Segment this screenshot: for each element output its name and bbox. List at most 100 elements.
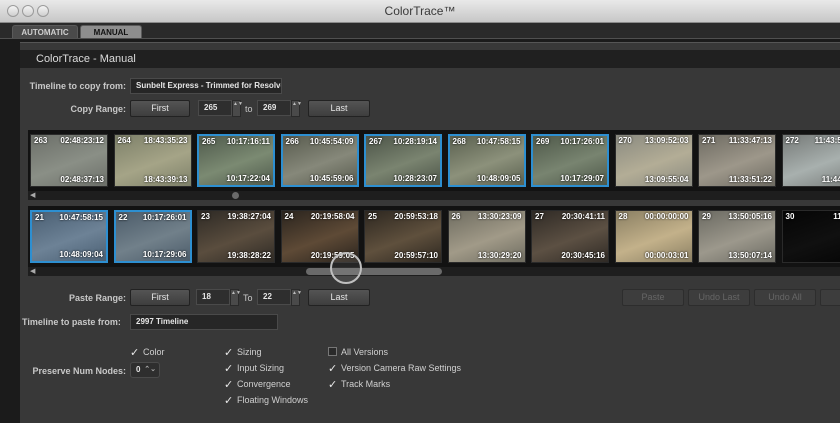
clip-thumbnail[interactable]: 2720:30:41:1120:30:45:16 bbox=[531, 210, 609, 263]
clip-thumbnail[interactable]: 2210:17:26:0110:17:29:06 bbox=[114, 210, 192, 263]
clip-timecode-in: 20:19:58:04 bbox=[311, 212, 355, 221]
undo-all-button[interactable]: Undo All bbox=[754, 289, 816, 306]
copy-last-button[interactable]: Last bbox=[308, 100, 370, 117]
sizing-label: Sizing bbox=[237, 347, 262, 357]
scroll-left-icon[interactable]: ◀ bbox=[30, 267, 35, 276]
clip-thumbnail[interactable]: 2613:30:23:0913:30:29:20 bbox=[448, 210, 526, 263]
clip-thumbnail[interactable]: 26910:17:26:0110:17:29:07 bbox=[531, 134, 609, 187]
clip-thumbnail[interactable]: 27111:33:47:1311:33:51:22 bbox=[698, 134, 776, 187]
paste-to-field[interactable]: 22 bbox=[257, 289, 291, 305]
clip-thumbnail[interactable]: 2520:59:53:1820:59:57:10 bbox=[364, 210, 442, 263]
clip-number: 26 bbox=[452, 212, 461, 221]
clip-number: 270 bbox=[619, 136, 632, 145]
all-versions-label: All Versions bbox=[341, 347, 388, 357]
paste-from-field[interactable]: 18 bbox=[196, 289, 230, 305]
check-icon: ✓ bbox=[224, 397, 233, 406]
clip-number: 21 bbox=[35, 213, 44, 222]
clip-thumbnail[interactable]: 26710:28:19:1410:28:23:07 bbox=[364, 134, 442, 187]
clip-timecode-out: 10:45:59:06 bbox=[310, 174, 354, 183]
copy-to-field[interactable]: 269 bbox=[257, 100, 291, 116]
clip-thumbnail[interactable]: 26418:43:35:2318:43:39:13 bbox=[114, 134, 192, 187]
clip-thumbnail[interactable]: 26610:45:54:0910:45:59:06 bbox=[281, 134, 359, 187]
sizing-checkbox[interactable]: ✓Sizing bbox=[224, 347, 262, 358]
clip-timecode-out: 13:09:55:04 bbox=[645, 175, 689, 184]
check-icon: ✓ bbox=[224, 365, 233, 374]
clip-timecode-in: 13:09:52:03 bbox=[645, 136, 689, 145]
clip-timecode-in: 11:43:54:... bbox=[815, 136, 840, 145]
color-checkbox[interactable]: ✓Color bbox=[130, 347, 165, 358]
paste-last-button[interactable]: Last bbox=[308, 289, 370, 306]
target-clip-strip[interactable]: 2110:47:58:1510:48:09:042210:17:26:0110:… bbox=[28, 206, 840, 267]
paste-to-label: To bbox=[243, 293, 253, 303]
source-scroll-thumb[interactable] bbox=[232, 192, 239, 199]
input-sizing-checkbox[interactable]: ✓ Input Sizing bbox=[224, 363, 284, 374]
paste-from-stepper[interactable]: ▲▼ bbox=[230, 289, 239, 306]
copy-first-button[interactable]: First bbox=[130, 100, 190, 117]
clip-thumbnail[interactable]: 26810:47:58:1510:48:09:05 bbox=[448, 134, 526, 187]
source-strip-scrollbar[interactable]: ◀ bbox=[28, 191, 840, 200]
clip-timecode-in: 10:28:19:14 bbox=[393, 137, 437, 146]
paste-range-label: Paste Range: bbox=[20, 293, 126, 303]
clip-timecode-in: 10:45:54:09 bbox=[310, 137, 354, 146]
clip-thumbnail[interactable]: 27211:43:54:...11:44:0... bbox=[782, 134, 840, 187]
clip-timecode-out: 02:48:37:13 bbox=[60, 175, 104, 184]
paste-first-button[interactable]: First bbox=[130, 289, 190, 306]
clip-thumbnail[interactable]: 3011:3... bbox=[782, 210, 840, 263]
track-marks-label: Track Marks bbox=[341, 379, 390, 389]
clip-number: 268 bbox=[453, 137, 466, 146]
preserve-nodes-select[interactable]: 0 ⌃⌄ bbox=[130, 362, 160, 378]
copy-timeline-field[interactable]: Sunbelt Express - Trimmed for Resolve bbox=[130, 78, 282, 94]
check-icon: ✓ bbox=[224, 381, 233, 390]
scroll-left-icon[interactable]: ◀ bbox=[30, 191, 35, 200]
clip-thumbnail[interactable]: 2110:47:58:1510:48:09:04 bbox=[30, 210, 108, 263]
clip-timecode-out: 13:50:07:14 bbox=[728, 251, 772, 260]
copy-from-field[interactable]: 265 bbox=[198, 100, 232, 116]
clip-timecode-out: 10:48:09:04 bbox=[59, 250, 103, 259]
clip-thumbnail[interactable]: 265 10:17:16:11 10:17:22:04 bbox=[197, 134, 275, 187]
clip-timecode-out: 10:17:29:07 bbox=[560, 174, 604, 183]
clip-timecode-out: 10:48:09:05 bbox=[477, 174, 521, 183]
clip-thumbnail[interactable]: 2319:38:27:0419:38:28:22 bbox=[197, 210, 275, 263]
clip-thumbnail[interactable]: 2913:50:05:1613:50:07:14 bbox=[698, 210, 776, 263]
clip-number: 30 bbox=[786, 212, 795, 221]
clip-thumbnail[interactable]: 26302:48:23:1202:48:37:13 bbox=[30, 134, 108, 187]
extra-action-button[interactable] bbox=[820, 289, 840, 306]
version-camera-raw-checkbox[interactable]: ✓Version Camera Raw Settings bbox=[328, 363, 461, 374]
tab-manual[interactable]: MANUAL bbox=[80, 25, 142, 38]
clip-number: 265 bbox=[202, 137, 215, 146]
source-clip-strip[interactable]: 26302:48:23:1202:48:37:1326418:43:35:231… bbox=[28, 130, 840, 191]
clip-timecode-in: 20:59:53:18 bbox=[394, 212, 438, 221]
clip-number: 271 bbox=[702, 136, 715, 145]
track-marks-checkbox[interactable]: ✓Track Marks bbox=[328, 379, 390, 390]
check-icon: ✓ bbox=[130, 349, 139, 358]
undo-last-button[interactable]: Undo Last bbox=[688, 289, 750, 306]
all-versions-checkbox[interactable]: All Versions bbox=[328, 347, 388, 357]
target-scroll-thumb[interactable] bbox=[306, 268, 442, 275]
paste-timeline-field[interactable]: 2997 Timeline bbox=[130, 314, 278, 330]
clip-timecode-in: 10:17:26:01 bbox=[143, 213, 187, 222]
input-sizing-label: Input Sizing bbox=[237, 363, 284, 373]
clip-timecode-in: 20:30:41:11 bbox=[562, 212, 605, 221]
clip-number: 264 bbox=[118, 136, 131, 145]
paste-to-stepper[interactable]: ▲▼ bbox=[291, 289, 300, 306]
paste-button[interactable]: Paste bbox=[622, 289, 684, 306]
clip-timecode-out: 10:17:29:06 bbox=[143, 250, 187, 259]
convergence-checkbox[interactable]: ✓ Convergence bbox=[224, 379, 291, 390]
floating-windows-checkbox[interactable]: ✓Floating Windows bbox=[224, 395, 308, 406]
clip-number: 29 bbox=[702, 212, 711, 221]
clip-thumbnail[interactable]: 2800:00:00:0000:00:03:01 bbox=[615, 210, 693, 263]
clip-timecode-out: 00:00:03:01 bbox=[645, 251, 689, 260]
copy-timeline-label: Timeline to copy from: bbox=[20, 81, 126, 91]
target-strip-scrollbar[interactable]: ◀ bbox=[28, 267, 840, 276]
clip-timecode-in: 02:48:23:12 bbox=[60, 136, 104, 145]
tab-bar: AUTOMATIC MANUAL bbox=[0, 23, 840, 39]
copy-to-stepper[interactable]: ▲▼ bbox=[291, 100, 300, 117]
clip-timecode-out: 10:17:22:04 bbox=[226, 174, 270, 183]
copy-from-stepper[interactable]: ▲▼ bbox=[232, 100, 241, 117]
clip-timecode-in: 10:17:26:01 bbox=[560, 137, 604, 146]
clip-timecode-out: 20:59:57:10 bbox=[394, 251, 438, 260]
clip-thumbnail[interactable]: 270 13:09:52:03 13:09:55:04 bbox=[615, 134, 693, 187]
clip-timecode-in: 10:17:16:11 bbox=[227, 137, 270, 146]
tab-automatic[interactable]: AUTOMATIC bbox=[12, 25, 78, 38]
convergence-label: Convergence bbox=[237, 379, 291, 389]
